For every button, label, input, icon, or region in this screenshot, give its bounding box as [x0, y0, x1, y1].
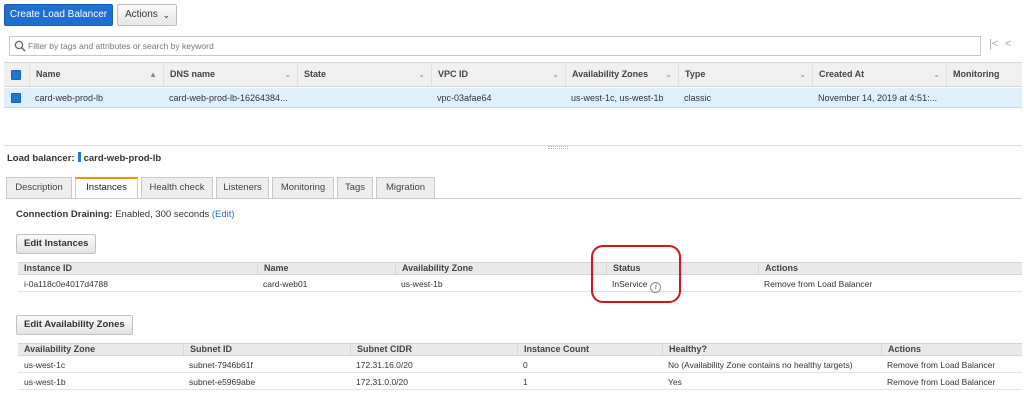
edit-instances-button[interactable]: Edit Instances — [16, 234, 97, 254]
lb-zones-cell: us-west-1c, us-west-1b — [571, 93, 664, 103]
instances-table-header: Instance ID Name Availability Zone Statu… — [18, 262, 1022, 275]
detail-title-label: Load balancer: — [7, 153, 75, 164]
column-header-instance-count[interactable]: Instance Count — [517, 344, 589, 355]
table-row[interactable]: card-web-prod-lb card-web-prod-lb-162643… — [4, 88, 1022, 108]
lb-dns-cell: card-web-prod-lb-16264384... — [169, 93, 288, 103]
column-header-state[interactable]: State ⌄ — [297, 63, 431, 86]
chevron-down-icon[interactable]: ⌄ — [552, 63, 559, 86]
column-header-label: DNS name — [170, 69, 216, 79]
column-header-subnet-cidr[interactable]: Subnet CIDR — [350, 344, 412, 355]
tab-underline — [6, 198, 1022, 199]
subnet-id-cell: subnet-e5969abe — [189, 377, 256, 387]
sort-ascending-icon[interactable]: ▲ — [149, 63, 157, 86]
tab-migration[interactable]: Migration — [376, 177, 435, 199]
draining-value: Enabled, 300 seconds — [115, 209, 210, 220]
column-header-label: Name — [36, 69, 61, 79]
column-header-name[interactable]: Name ▲ — [29, 63, 163, 86]
remove-zone-link[interactable]: Remove from Load Balancer — [881, 357, 995, 373]
zones-table-header: Availability Zone Subnet ID Subnet CIDR … — [18, 343, 1022, 356]
subnet-cidr-cell: 172.31.0.0/20 — [356, 377, 408, 387]
column-header-actions[interactable]: Actions — [881, 344, 921, 355]
column-header-label: Availability Zones — [572, 69, 649, 79]
tab-health-check[interactable]: Health check — [141, 177, 213, 199]
tab-instances[interactable]: Instances — [75, 177, 138, 199]
edit-availability-zones-button[interactable]: Edit Availability Zones — [16, 315, 133, 335]
instance-count-cell: 0 — [523, 360, 528, 370]
tab-monitoring[interactable]: Monitoring — [272, 177, 334, 199]
chevron-down-icon[interactable]: ⌄ — [284, 63, 291, 86]
column-header-monitoring[interactable]: Monitoring — [946, 63, 1022, 86]
instance-count-cell: 1 — [523, 377, 528, 387]
table-row: us-west-1c subnet-7946b61f 172.31.16.0/2… — [18, 357, 1022, 373]
column-header-vpc[interactable]: VPC ID ⌄ — [431, 63, 565, 86]
remove-instance-link[interactable]: Remove from Load Balancer — [758, 276, 872, 292]
column-header-subnet-id[interactable]: Subnet ID — [183, 344, 232, 355]
chevron-down-icon[interactable]: ⌄ — [799, 63, 806, 86]
status-highlight-annotation — [591, 245, 681, 303]
column-header-healthy[interactable]: Healthy? — [662, 344, 707, 355]
connection-draining: Connection Draining: Enabled, 300 second… — [16, 209, 235, 220]
actions-dropdown-button[interactable]: Actions ⌄ — [117, 4, 177, 26]
subnet-id-cell: subnet-7946b61f — [189, 360, 253, 370]
column-header-instance-id[interactable]: Instance ID — [18, 263, 72, 274]
lb-vpc-cell: vpc-03afae64 — [437, 93, 492, 103]
column-header-dns[interactable]: DNS name ⌄ — [163, 63, 297, 86]
lb-type-cell: classic — [684, 93, 712, 103]
column-header-label: Type — [685, 69, 706, 79]
actions-label: Actions — [125, 9, 158, 20]
draining-label: Connection Draining: — [16, 209, 113, 220]
column-header-availability-zone[interactable]: Availability Zone — [18, 344, 95, 355]
zone-cell: us-west-1c — [24, 360, 66, 370]
search-icon — [14, 40, 26, 52]
tab-tags[interactable]: Tags — [337, 177, 373, 199]
previous-page-icon[interactable]: < — [1005, 38, 1011, 50]
subnet-cidr-cell: 172.31.16.0/20 — [356, 360, 413, 370]
instance-id-link[interactable]: i-0a118c0e4017d4788 — [18, 276, 108, 292]
tab-listeners[interactable]: Listeners — [216, 177, 269, 199]
healthy-cell: Yes — [668, 377, 682, 387]
resize-handle[interactable] — [548, 146, 568, 149]
chevron-down-icon: ⌄ — [162, 10, 170, 20]
column-header-availability-zone[interactable]: Availability Zone — [395, 263, 473, 274]
column-header-zones[interactable]: Availability Zones ⌄ — [565, 63, 678, 86]
column-header-actions[interactable]: Actions — [758, 263, 798, 274]
lb-name-cell: card-web-prod-lb — [35, 93, 104, 103]
instance-name-cell: card-web01 — [263, 279, 308, 289]
search-input[interactable] — [28, 39, 968, 53]
first-page-icon[interactable]: |< — [989, 38, 998, 50]
lb-created-cell: November 14, 2019 at 4:51:... — [818, 93, 938, 103]
instance-zone-cell: us-west-1b — [401, 279, 443, 289]
detail-title: Load balancer: card-web-prod-lb — [7, 152, 161, 164]
search-bar[interactable] — [9, 36, 981, 56]
tab-description[interactable]: Description — [6, 177, 72, 199]
create-load-balancer-button[interactable]: Create Load Balancer — [4, 4, 113, 26]
panel-divider — [4, 145, 1022, 146]
column-header-label: Created At — [819, 69, 865, 79]
lb-monitoring-cell — [946, 88, 952, 108]
column-header-label: State — [304, 69, 327, 79]
column-header-type[interactable]: Type ⌄ — [678, 63, 812, 86]
lb-table-header: Name ▲ DNS name ⌄ State ⌄ VPC ID ⌄ Avail… — [4, 62, 1022, 87]
edit-draining-link[interactable]: (Edit) — [212, 209, 235, 220]
select-all-checkbox[interactable] — [11, 70, 21, 80]
chevron-down-icon[interactable]: ⌄ — [418, 63, 425, 86]
chevron-down-icon[interactable]: ⌄ — [933, 63, 940, 86]
table-row: us-west-1b subnet-e5969abe 172.31.0.0/20… — [18, 374, 1022, 390]
chevron-down-icon[interactable]: ⌄ — [665, 63, 672, 86]
row-checkbox[interactable] — [11, 93, 21, 103]
column-header-created[interactable]: Created At ⌄ — [812, 63, 946, 86]
column-header-label: Monitoring — [953, 69, 1000, 79]
zone-cell: us-west-1b — [24, 377, 66, 387]
remove-zone-link[interactable]: Remove from Load Balancer — [881, 374, 995, 390]
column-header-name[interactable]: Name — [257, 263, 289, 274]
selection-marker — [77, 152, 81, 162]
detail-title-name: card-web-prod-lb — [83, 153, 162, 164]
lb-state-cell — [297, 88, 303, 108]
table-row: i-0a118c0e4017d4788 card-web01 us-west-1… — [18, 276, 1022, 293]
healthy-cell: No (Availability Zone contains no health… — [668, 360, 853, 370]
column-header-label: VPC ID — [438, 69, 469, 79]
